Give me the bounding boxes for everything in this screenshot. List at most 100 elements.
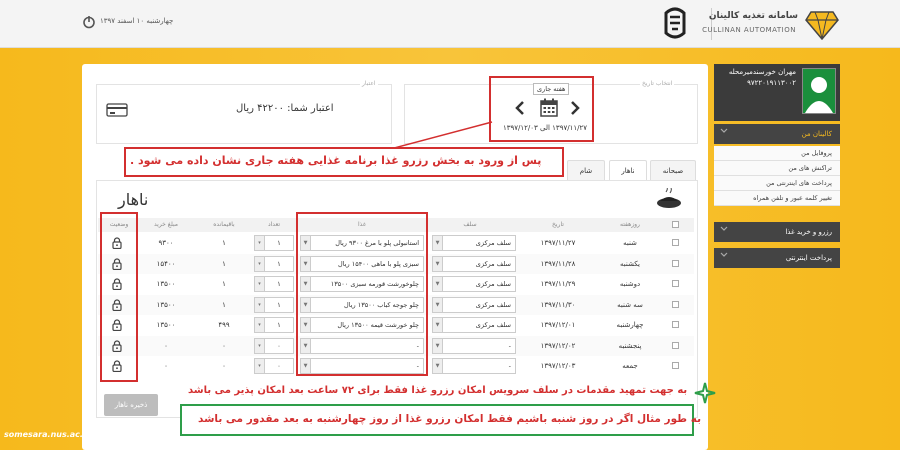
self-select[interactable]: ▼ سلف مرکزی	[432, 317, 516, 333]
count-value: ۰	[277, 342, 281, 350]
menu-change-password[interactable]: تغییر کلمه عبور و تلفن همراه	[714, 191, 840, 206]
cell-price: ۰	[164, 362, 168, 370]
cell-day: یکشنبه	[619, 260, 641, 268]
cell-remain: ۱	[222, 260, 226, 268]
cell-day: دوشنبه	[619, 280, 641, 288]
chevron-down-icon	[720, 226, 728, 231]
menu-transactions[interactable]: تراکنش های من	[714, 161, 840, 176]
cell-date: ۱۳۹۷/۱۱/۳۰	[540, 301, 576, 309]
credit-amount: اعتبار شما: ۴۲۲۰۰ ریال	[236, 103, 334, 114]
tab-lunch[interactable]: ناهار	[609, 160, 647, 180]
count-stepper[interactable]: ▾ ۱	[254, 297, 294, 313]
cell-date: ۱۳۹۷/۱۱/۲۹	[540, 280, 576, 288]
menu-online-payments[interactable]: پرداخت های اینترنتی من	[714, 176, 840, 191]
status-column-highlight	[100, 212, 138, 382]
calendar-icon[interactable]	[540, 98, 558, 117]
cell-remain: ۰	[222, 362, 226, 370]
header-date: چهارشنبه ۱۰ اسفند ۱۳۹۷	[100, 17, 174, 25]
chevron-down-icon: ▼	[433, 318, 443, 332]
cell-price: ۱۵۴۰۰	[156, 260, 176, 268]
row-checkbox[interactable]	[672, 321, 679, 328]
self-select-value: سلف مرکزی	[475, 301, 511, 309]
cell-day: شنبه	[623, 239, 637, 247]
count-stepper[interactable]: ▾ ۱	[254, 317, 294, 333]
annotation-bottom: به طور مثال اگر در روز شنبه باشیم فقط ام…	[198, 413, 702, 425]
row-checkbox[interactable]	[672, 239, 679, 246]
self-select[interactable]: ▼ سلف مرکزی	[432, 276, 516, 292]
credit-box	[96, 84, 392, 144]
cell-day: جمعه	[622, 362, 638, 370]
row-checkbox[interactable]	[672, 301, 679, 308]
cell-price: ۰	[164, 342, 168, 350]
cell-day: سه شنبه	[617, 301, 643, 309]
chevron-down-icon: ▼	[433, 339, 443, 353]
self-select[interactable]: ▼ سلف مرکزی	[432, 235, 516, 251]
count-stepper[interactable]: ▾ ۰	[254, 338, 294, 354]
cell-price: ۱۳۵۰۰	[156, 321, 176, 329]
count-value: ۱	[277, 301, 281, 309]
count-value: ۰	[277, 362, 281, 370]
tab-breakfast[interactable]: صبحانه	[650, 160, 696, 180]
food-dish-icon	[657, 188, 681, 208]
site-watermark: somesara.nus.ac.ir	[4, 430, 90, 439]
brand-subtitle: CULLINAN AUTOMATION	[702, 26, 796, 34]
menu-reserve-food[interactable]: رزرو و خرید غذا	[714, 222, 840, 242]
cell-remain: ۱	[222, 280, 226, 288]
cell-remain: ۰	[222, 342, 226, 350]
self-select-value: سلف مرکزی	[475, 260, 511, 268]
previous-week-icon[interactable]	[515, 100, 525, 116]
th-self: سلف	[463, 221, 477, 228]
count-value: ۱	[277, 260, 281, 268]
cell-day: چهارشنبه	[616, 321, 644, 329]
self-select-value: سلف مرکزی	[475, 321, 511, 329]
self-select[interactable]: ▼ سلف مرکزی	[432, 297, 516, 313]
count-value: ۱	[277, 321, 281, 329]
count-value: ۱	[277, 239, 281, 247]
row-checkbox[interactable]	[672, 342, 679, 349]
count-stepper[interactable]: ▾ ۱	[254, 276, 294, 292]
save-lunch-button[interactable]: ذخیره ناهار	[104, 394, 158, 416]
cullinan-diamond-logo-icon	[805, 11, 839, 40]
food-column-highlight	[296, 212, 428, 376]
stepper-icon: ▾	[255, 298, 265, 312]
user-name: مهران خورسندمیرمحله	[728, 68, 796, 76]
row-checkbox[interactable]	[672, 280, 679, 287]
menu-internet-payment[interactable]: پرداخت اینترنتی	[714, 248, 840, 268]
chevron-down-icon: ▼	[433, 277, 443, 291]
cell-price: ۱۳۵۰۰	[156, 280, 176, 288]
stepper-icon: ▾	[255, 318, 265, 332]
self-select-value: -	[508, 342, 511, 350]
stepper-icon: ▾	[255, 257, 265, 271]
next-week-icon[interactable]	[570, 100, 580, 116]
brand-title: سامانه تغذیه کالینان	[708, 11, 798, 21]
self-select[interactable]: ▼ -	[432, 358, 516, 374]
count-stepper[interactable]: ▾ ۱	[254, 256, 294, 272]
chevron-down-icon: ▼	[433, 298, 443, 312]
annotation-top: پس از ورود به بخش رزرو غذا برنامه غذایی …	[130, 154, 542, 167]
stepper-icon: ▾	[255, 277, 265, 291]
count-stepper[interactable]: ▾ ۰	[254, 358, 294, 374]
menu-my-cullinan[interactable]: کالینان من	[714, 124, 840, 144]
power-icon[interactable]	[82, 15, 96, 29]
count-stepper[interactable]: ▾ ۱	[254, 235, 294, 251]
self-select[interactable]: ▼ سلف مرکزی	[432, 256, 516, 272]
section-title: ناهار	[118, 190, 149, 209]
chevron-down-icon: ▼	[433, 257, 443, 271]
row-checkbox[interactable]	[672, 260, 679, 267]
select-all-checkbox[interactable]	[672, 221, 679, 228]
cell-date: ۱۳۹۷/۱۲/۰۳	[540, 362, 576, 370]
count-value: ۱	[277, 280, 281, 288]
th-remain: باقیمانده	[213, 221, 235, 228]
tab-dinner[interactable]: شام	[567, 160, 605, 180]
week-range: ۱۳۹۷/۱۱/۲۷ الی ۱۳۹۷/۱۲/۰۳	[503, 124, 587, 132]
th-date: تاریخ	[552, 221, 564, 228]
th-day: روزهفته	[620, 221, 640, 228]
self-select-value: سلف مرکزی	[475, 239, 511, 247]
row-checkbox[interactable]	[672, 362, 679, 369]
cell-day: پنجشنبه	[618, 342, 642, 350]
sparkle-icon	[694, 382, 716, 404]
cell-remain: ۴۹۹	[218, 321, 230, 329]
top-header: چهارشنبه ۱۰ اسفند ۱۳۹۷ سامانه تغذیه کالی…	[0, 0, 900, 48]
self-select[interactable]: ▼ -	[432, 338, 516, 354]
menu-profile[interactable]: پروفایل من	[714, 146, 840, 161]
